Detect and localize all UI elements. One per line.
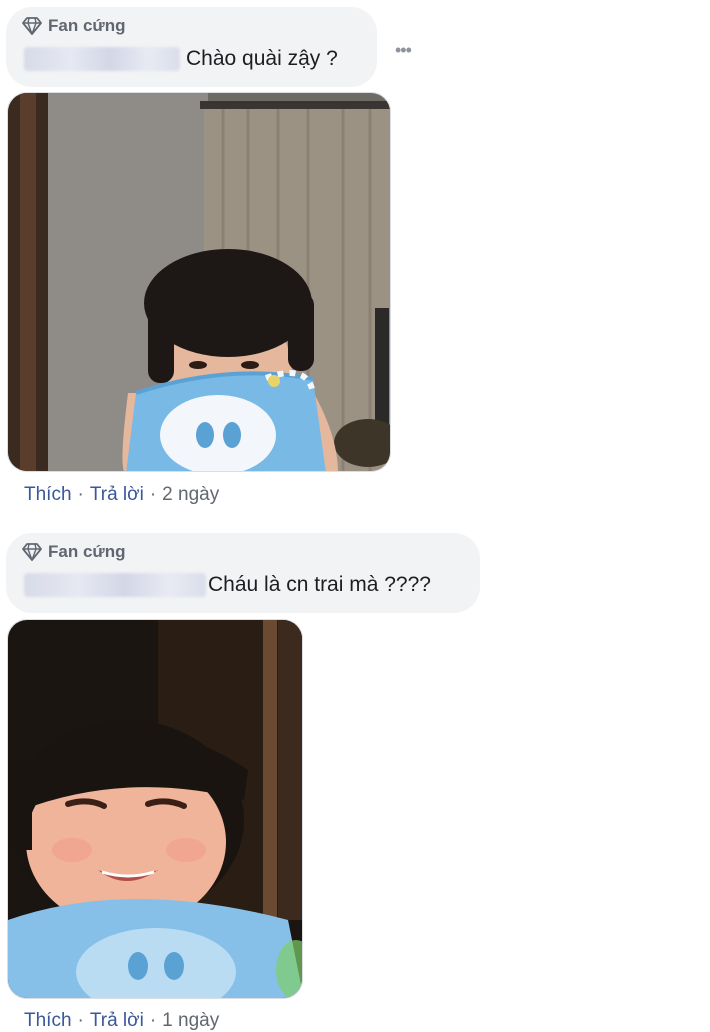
reply-link[interactable]: Trả lời [90,1010,144,1031]
timestamp[interactable]: 2 ngày [162,484,219,505]
like-link[interactable]: Thích [24,1010,72,1031]
comment-actions: Thích · Trả lời · 2 ngày [24,484,219,506]
badge-label: Fan cứng [48,16,126,35]
diamond-icon [22,17,42,35]
diamond-icon [22,543,42,561]
separator: · [149,484,157,505]
like-link[interactable]: Thích [24,484,72,505]
reply-link[interactable]: Trả lời [90,484,144,505]
comment-actions: Thích · Trả lời · 1 ngày [24,1010,219,1032]
fan-badge[interactable]: Fan cứng [22,541,125,563]
comment-photo[interactable] [7,92,391,472]
comment-text: Cháu là cn trai mà ???? [208,573,431,596]
comment-bubble: Fan cứng Chào quài zậy ? [6,7,377,87]
fan-badge[interactable]: Fan cứng [22,15,125,37]
author-name-redacted[interactable] [24,47,180,71]
separator: · [149,1010,157,1031]
separator: · [77,484,84,505]
comment-text: Chào quài zậy ? [186,47,338,70]
comment-bubble: Fan cứng Cháu là cn trai mà ???? [6,533,480,613]
more-options-icon[interactable]: ••• [395,40,412,61]
author-name-redacted[interactable] [24,573,206,597]
badge-label: Fan cứng [48,542,126,561]
timestamp[interactable]: 1 ngày [162,1010,219,1031]
comment-photo[interactable] [7,619,303,999]
separator: · [77,1010,84,1031]
